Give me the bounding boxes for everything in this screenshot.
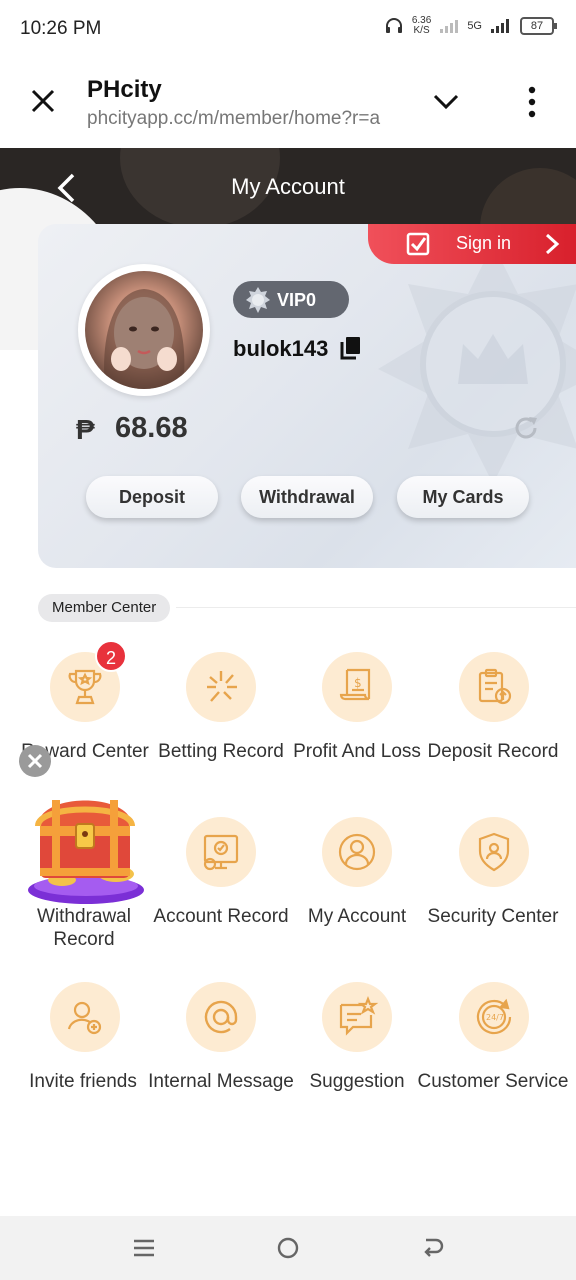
betting-star-icon bbox=[186, 652, 256, 722]
grid-label: Customer Service bbox=[417, 1071, 569, 1092]
account-card: Sign in VIP0 bulok143 ₱ 68.68 Deposit Wi… bbox=[38, 224, 576, 568]
svg-text:$: $ bbox=[354, 676, 362, 690]
clock-247-icon: 24/7 bbox=[459, 982, 529, 1052]
close-promo-button[interactable] bbox=[19, 745, 51, 777]
vip-badge: VIP0 bbox=[233, 281, 349, 318]
balance-amount: 68.68 bbox=[115, 412, 188, 444]
withdrawal-button[interactable]: Withdrawal bbox=[241, 476, 373, 518]
chevron-down-icon[interactable] bbox=[432, 92, 460, 112]
clipboard-upload-icon bbox=[459, 652, 529, 722]
status-bar: 10:26 PM 6.36 K/S 5G 87 bbox=[0, 0, 576, 58]
sign-in-button[interactable]: Sign in bbox=[368, 224, 576, 264]
more-menu-icon[interactable] bbox=[525, 86, 539, 118]
back-icon[interactable] bbox=[420, 1236, 444, 1260]
user-circle-icon bbox=[322, 817, 392, 887]
vip-label: VIP0 bbox=[277, 290, 317, 310]
username: bulok143 bbox=[233, 336, 329, 361]
grid-label: Deposit Record bbox=[427, 741, 559, 762]
browser-title: PHcity bbox=[87, 76, 162, 103]
deposit-button[interactable]: Deposit bbox=[86, 476, 218, 518]
status-time: 10:26 PM bbox=[20, 18, 102, 39]
copy-icon[interactable] bbox=[340, 336, 362, 360]
status-icons: 6.36 K/S 5G 87 bbox=[384, 16, 557, 36]
chat-star-icon bbox=[322, 982, 392, 1052]
browser-bar: PHcity phcityapp.cc/m/member/home?r=a bbox=[0, 58, 576, 148]
close-icon[interactable] bbox=[28, 86, 58, 116]
page-title: My Account bbox=[231, 174, 345, 199]
menu-icon[interactable] bbox=[132, 1236, 156, 1260]
signal-weak-icon bbox=[440, 20, 459, 33]
user-plus-icon bbox=[50, 982, 120, 1052]
network-type: 5G bbox=[467, 20, 482, 32]
checkbox-icon bbox=[406, 232, 430, 256]
svg-text:24/7: 24/7 bbox=[486, 1013, 504, 1022]
sign-in-label: Sign in bbox=[456, 233, 512, 253]
monitor-chart-icon bbox=[186, 817, 256, 887]
battery-indicator: 87 bbox=[520, 17, 557, 35]
headphones-icon bbox=[385, 18, 402, 33]
system-nav-bar bbox=[0, 1216, 576, 1280]
browser-url[interactable]: phcityapp.cc/m/member/home?r=a bbox=[87, 108, 403, 130]
avatar-photo bbox=[85, 271, 203, 389]
avatar[interactable] bbox=[78, 264, 210, 396]
speed-unit: K/S bbox=[413, 25, 430, 36]
at-sign-icon bbox=[186, 982, 256, 1052]
grid-label: Withdrawal Record bbox=[37, 906, 131, 950]
member-center-title: Member Center bbox=[38, 594, 171, 622]
home-icon[interactable] bbox=[276, 1236, 300, 1260]
my-cards-button[interactable]: My Cards bbox=[397, 476, 529, 518]
medal-watermark-icon bbox=[378, 244, 576, 484]
refresh-icon[interactable] bbox=[512, 414, 540, 442]
vip-medal-icon bbox=[246, 287, 270, 313]
grid-label: Invite friends bbox=[29, 1071, 137, 1092]
signal-strong-icon bbox=[491, 19, 509, 33]
divider bbox=[176, 607, 576, 608]
currency-symbol: ₱ bbox=[76, 414, 95, 445]
shield-user-icon bbox=[459, 817, 529, 887]
chevron-right-icon bbox=[545, 233, 560, 255]
network-speed: 6.36 K/S bbox=[412, 16, 431, 36]
close-icon bbox=[27, 753, 43, 769]
notification-badge: 2 bbox=[95, 640, 127, 672]
treasure-chest-icon[interactable] bbox=[24, 784, 144, 906]
receipt-dollar-icon: $ bbox=[322, 652, 392, 722]
grid-label: Security Center bbox=[427, 906, 559, 927]
